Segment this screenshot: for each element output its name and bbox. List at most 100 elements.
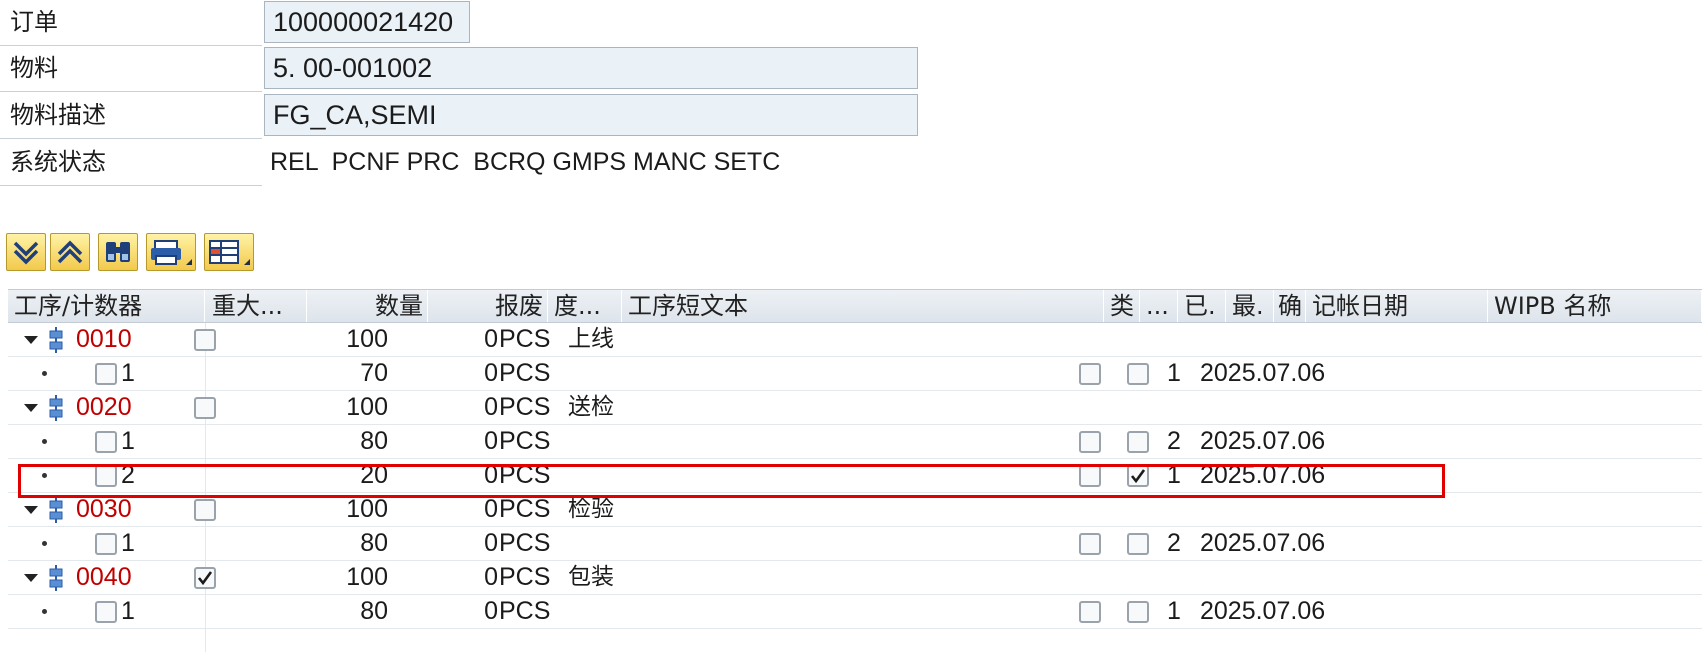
confirmation-row[interactable]: 1 2 2025.07.06 80 0 PCS <box>8 527 1702 561</box>
operation-node-icon <box>48 563 64 597</box>
col-header-posting-date[interactable]: 记帐日期 <box>1308 290 1488 322</box>
confirmation-number: 2 <box>1167 529 1181 557</box>
row-select-checkbox[interactable] <box>95 533 117 555</box>
counter-number: 1 <box>121 427 135 455</box>
done-checkbox[interactable] <box>1079 363 1101 385</box>
print-icon <box>151 240 192 265</box>
quantity-value: 100 <box>346 325 388 353</box>
operation-number[interactable]: 0020 <box>76 391 132 424</box>
material-field[interactable]: 5. 00-001002 <box>264 47 918 89</box>
unit-value: PCS <box>499 325 551 353</box>
unit-value: PCS <box>499 427 551 455</box>
scrap-value: 0 <box>484 359 498 387</box>
major-checkbox[interactable] <box>194 567 216 589</box>
col-header-operation[interactable]: 工序/计数器 <box>14 290 205 322</box>
expand-toggle-icon[interactable] <box>24 404 38 412</box>
tree-leaf-dot <box>42 609 47 614</box>
confirmation-row[interactable]: 1 1 2025.07.06 70 0 PCS <box>8 357 1702 391</box>
col-header-wipb-name[interactable]: WIPB 名称 <box>1490 290 1702 322</box>
order-field[interactable]: 100000021420 <box>264 1 470 43</box>
unit-value: PCS <box>499 529 551 557</box>
final-checkbox[interactable] <box>1127 533 1149 555</box>
grid-header: 工序/计数器 重大... 数量 报废 度... 工序短文本 类 ... 已. 最… <box>8 289 1702 323</box>
material-label: 物料 <box>0 46 262 92</box>
operation-short-text: 上线 <box>568 326 614 352</box>
tree-leaf-dot <box>42 541 47 546</box>
major-checkbox[interactable] <box>194 499 216 521</box>
operation-row[interactable]: 0030 检验 100 0 PCS <box>8 493 1702 527</box>
scrap-value: 0 <box>484 427 498 455</box>
final-checkbox[interactable] <box>1127 431 1149 453</box>
find-button[interactable] <box>98 233 138 271</box>
tree-leaf-dot <box>42 439 47 444</box>
operation-node-icon <box>48 325 64 359</box>
row-select-checkbox[interactable] <box>95 601 117 623</box>
scrap-value: 0 <box>484 563 498 591</box>
scrap-value: 0 <box>484 325 498 353</box>
final-checkbox[interactable] <box>1127 363 1149 385</box>
expand-toggle-icon[interactable] <box>24 574 38 582</box>
quantity-value: 80 <box>360 529 388 557</box>
col-header-type[interactable]: 类 <box>1106 290 1140 322</box>
material-desc-field[interactable]: FG_CA,SEMI <box>264 94 918 136</box>
col-header-more[interactable]: ... <box>1142 290 1178 322</box>
major-checkbox[interactable] <box>194 329 216 351</box>
operation-number[interactable]: 0010 <box>76 323 132 356</box>
highlight-box <box>18 464 1445 498</box>
material-desc-label: 物料描述 <box>0 93 262 139</box>
confirmation-number: 1 <box>1167 359 1181 387</box>
operation-short-text: 包装 <box>568 564 614 590</box>
confirmation-number: 1 <box>1167 597 1181 625</box>
operation-row[interactable]: 0010 上线 100 0 PCS <box>8 323 1702 357</box>
quantity-value: 80 <box>360 597 388 625</box>
posting-date: 2025.07.06 <box>1200 597 1326 625</box>
quantity-value: 80 <box>360 427 388 455</box>
collapse-all-button[interactable] <box>50 233 90 271</box>
posting-date: 2025.07.06 <box>1200 359 1326 387</box>
operation-row[interactable]: 0040 包装 100 0 PCS <box>8 561 1702 595</box>
unit-value: PCS <box>499 393 551 421</box>
unit-value: PCS <box>499 563 551 591</box>
find-icon <box>106 242 130 262</box>
layout-button[interactable] <box>204 233 254 271</box>
confirmation-row[interactable]: 1 1 2025.07.06 80 0 PCS <box>8 595 1702 629</box>
col-header-done[interactable]: 已. <box>1180 290 1226 322</box>
operation-node-icon <box>48 495 64 529</box>
quantity-value: 100 <box>346 393 388 421</box>
col-header-final[interactable]: 最. <box>1228 290 1274 322</box>
expand-toggle-icon[interactable] <box>24 336 38 344</box>
col-header-scrap[interactable]: 报废 <box>430 290 548 322</box>
scrap-value: 0 <box>484 597 498 625</box>
done-checkbox[interactable] <box>1079 431 1101 453</box>
layout-icon <box>209 240 250 265</box>
col-header-unit[interactable]: 度... <box>550 290 622 322</box>
row-select-checkbox[interactable] <box>95 363 117 385</box>
row-select-checkbox[interactable] <box>95 431 117 453</box>
confirmation-row[interactable]: 1 2 2025.07.06 80 0 PCS <box>8 425 1702 459</box>
collapse-all-icon <box>57 240 83 264</box>
col-header-short-text[interactable]: 工序短文本 <box>624 290 1104 322</box>
posting-date: 2025.07.06 <box>1200 529 1326 557</box>
counter-number: 1 <box>121 359 135 387</box>
done-checkbox[interactable] <box>1079 533 1101 555</box>
scrap-value: 0 <box>484 529 498 557</box>
checkmark-icon <box>197 571 213 586</box>
done-checkbox[interactable] <box>1079 601 1101 623</box>
expand-all-button[interactable] <box>6 233 46 271</box>
expand-toggle-icon[interactable] <box>24 506 38 514</box>
operation-number[interactable]: 0040 <box>76 561 132 594</box>
system-status-label: 系统状态 <box>0 140 262 186</box>
tree-leaf-dot <box>42 371 47 376</box>
expand-all-icon <box>13 241 39 265</box>
operation-row[interactable]: 0020 送检 100 0 PCS <box>8 391 1702 425</box>
counter-number: 1 <box>121 529 135 557</box>
major-checkbox[interactable] <box>194 397 216 419</box>
col-header-major[interactable]: 重大... <box>212 290 307 322</box>
print-button[interactable] <box>146 233 196 271</box>
final-checkbox[interactable] <box>1127 601 1149 623</box>
quantity-value: 70 <box>360 359 388 387</box>
scrap-value: 0 <box>484 393 498 421</box>
col-header-confirmation[interactable]: 确 <box>1276 290 1306 322</box>
counter-number: 1 <box>121 597 135 625</box>
col-header-quantity[interactable]: 数量 <box>308 290 428 322</box>
